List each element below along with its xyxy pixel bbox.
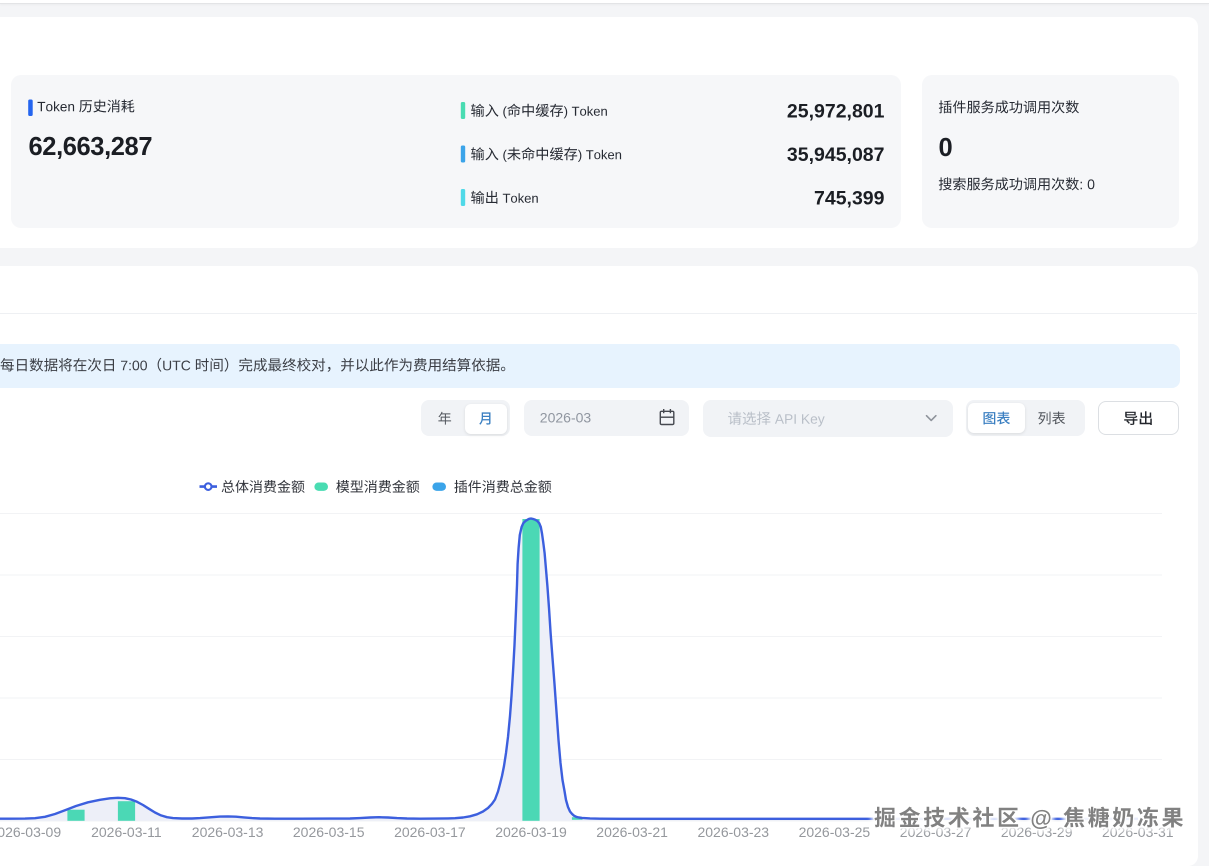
svg-text:2026-03: 2026-03 bbox=[540, 410, 592, 426]
svg-text:2026-03-21: 2026-03-21 bbox=[596, 824, 668, 840]
svg-text:2026-03-15: 2026-03-15 bbox=[293, 824, 365, 840]
svg-text:2026-03-11: 2026-03-11 bbox=[91, 824, 162, 840]
svg-text:2026-03-17: 2026-03-17 bbox=[394, 824, 466, 840]
svg-text:2026-03-25: 2026-03-25 bbox=[799, 824, 871, 840]
svg-text:2026-03-09: 2026-03-09 bbox=[0, 824, 61, 840]
svg-text:2026-03-13: 2026-03-13 bbox=[192, 824, 264, 840]
svg-text:62,663,287: 62,663,287 bbox=[29, 133, 153, 161]
svg-text:745,399: 745,399 bbox=[814, 187, 885, 209]
svg-text:2026-03-23: 2026-03-23 bbox=[697, 824, 769, 840]
svg-text:0: 0 bbox=[939, 134, 953, 162]
svg-text:35,945,087: 35,945,087 bbox=[787, 144, 885, 166]
svg-text:2026-03-19: 2026-03-19 bbox=[495, 824, 567, 840]
svg-text:25,972,801: 25,972,801 bbox=[787, 100, 885, 122]
